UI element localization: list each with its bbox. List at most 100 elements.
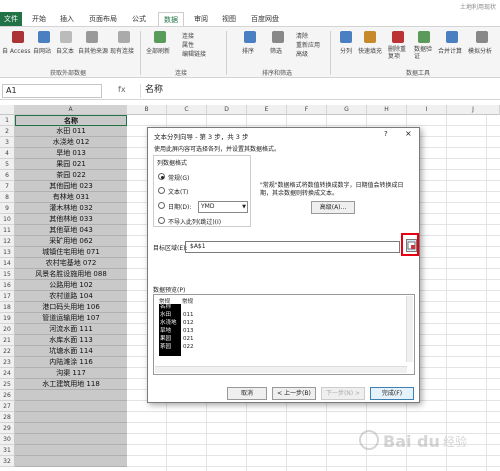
clear-button[interactable]: 清除 bbox=[296, 31, 308, 40]
formula-input[interactable]: 名称 bbox=[140, 84, 498, 98]
row-header[interactable]: 16 bbox=[0, 280, 15, 291]
cell-a[interactable]: 坑塘水面 114 bbox=[15, 346, 127, 357]
consolidate-button[interactable]: 合并计算 bbox=[438, 46, 462, 55]
row-header[interactable]: 19 bbox=[0, 313, 15, 324]
row-header[interactable]: 22 bbox=[0, 346, 15, 357]
text-to-columns-button[interactable]: 分列 bbox=[340, 46, 352, 55]
back-button[interactable]: < 上一步(B) bbox=[272, 387, 316, 400]
filter-button[interactable]: 筛选 bbox=[270, 46, 282, 55]
row-header[interactable]: 3 bbox=[0, 137, 15, 148]
tab-baidu-netdisk[interactable]: 百度网盘 bbox=[246, 12, 284, 26]
column-header-h[interactable]: H bbox=[367, 105, 407, 115]
column-header-d[interactable]: D bbox=[207, 105, 247, 115]
cell-a[interactable]: 城镇住宅用地 071 bbox=[15, 247, 127, 258]
row-header[interactable]: 18 bbox=[0, 302, 15, 313]
help-button[interactable]: ? bbox=[384, 130, 388, 138]
advanced-filter-button[interactable]: 高级 bbox=[296, 49, 308, 58]
row-header[interactable]: 12 bbox=[0, 236, 15, 247]
cell-a[interactable]: 采矿用地 062 bbox=[15, 236, 127, 247]
cell-a[interactable] bbox=[15, 445, 127, 456]
preview-vertical-scrollbar[interactable] bbox=[406, 296, 413, 362]
cell-a[interactable]: 水库水面 113 bbox=[15, 335, 127, 346]
sort-button[interactable]: 排序 bbox=[242, 46, 254, 55]
insert-function-icon[interactable]: fx bbox=[118, 85, 126, 94]
row-header[interactable]: 1 bbox=[0, 115, 15, 126]
cell-a[interactable]: 农村宅基地 072 bbox=[15, 258, 127, 269]
row-header[interactable]: 32 bbox=[0, 456, 15, 467]
row-header[interactable]: 21 bbox=[0, 335, 15, 346]
cell-a[interactable]: 灌木林地 032 bbox=[15, 203, 127, 214]
column-header-e[interactable]: E bbox=[247, 105, 287, 115]
tab-formulas[interactable]: 公式 bbox=[128, 12, 150, 26]
column-header-c[interactable]: C bbox=[167, 105, 207, 115]
radio-general-label[interactable]: 常规(G) bbox=[168, 173, 189, 182]
row-header[interactable]: 8 bbox=[0, 192, 15, 203]
row-header[interactable]: 13 bbox=[0, 247, 15, 258]
radio-text[interactable] bbox=[158, 187, 165, 194]
from-web-button[interactable]: 自网站 bbox=[33, 46, 51, 55]
column-header-f[interactable]: F bbox=[287, 105, 327, 115]
reapply-button[interactable]: 重新应用 bbox=[296, 40, 320, 49]
radio-skip[interactable] bbox=[158, 217, 165, 224]
date-format-select[interactable]: YMD ▼ bbox=[198, 201, 248, 213]
cell-a[interactable] bbox=[15, 401, 127, 412]
row-header[interactable]: 7 bbox=[0, 181, 15, 192]
cell-a[interactable]: 旱地 013 bbox=[15, 148, 127, 159]
what-if-analysis-button[interactable]: 模拟分析 bbox=[468, 46, 492, 55]
finish-button[interactable]: 完成(F) bbox=[370, 387, 414, 400]
radio-skip-label[interactable]: 不导入此列(跳过)(I) bbox=[168, 217, 221, 226]
cell-a[interactable]: 水工建筑用地 118 bbox=[15, 379, 127, 390]
row-header[interactable]: 14 bbox=[0, 258, 15, 269]
row-header[interactable]: 31 bbox=[0, 445, 15, 456]
cell-a[interactable]: 果园 021 bbox=[15, 159, 127, 170]
from-access-button[interactable]: 自 Access bbox=[2, 46, 30, 55]
tab-page-layout[interactable]: 页面布局 bbox=[84, 12, 122, 26]
flash-fill-button[interactable]: 快速填充 bbox=[358, 46, 382, 55]
cell-a[interactable] bbox=[15, 423, 127, 434]
existing-connections-button[interactable]: 现有连接 bbox=[110, 46, 134, 55]
radio-date-label[interactable]: 日期(D): bbox=[168, 202, 191, 211]
header-cell[interactable]: 名称 bbox=[15, 115, 127, 126]
remove-duplicates-button[interactable]: 删除重复项 bbox=[388, 46, 408, 60]
cell-a[interactable]: 沟渠 117 bbox=[15, 368, 127, 379]
cell-a[interactable] bbox=[15, 412, 127, 423]
advanced-button[interactable]: 高级(A)... bbox=[311, 201, 355, 214]
data-preview[interactable]: 常规 常规 名称 水田 011 水浇地 012 旱地 013 果园 021 茶园 022 bbox=[153, 294, 415, 375]
cell-a[interactable]: 有林地 031 bbox=[15, 192, 127, 203]
row-header[interactable]: 26 bbox=[0, 390, 15, 401]
column-header-b[interactable]: B bbox=[127, 105, 167, 115]
radio-date[interactable] bbox=[158, 202, 165, 209]
cell-a[interactable] bbox=[15, 456, 127, 467]
cell-a[interactable]: 农村道路 104 bbox=[15, 291, 127, 302]
cell-a[interactable]: 水浇地 012 bbox=[15, 137, 127, 148]
row-header[interactable]: 5 bbox=[0, 159, 15, 170]
row-header[interactable]: 30 bbox=[0, 434, 15, 445]
row-header[interactable]: 29 bbox=[0, 423, 15, 434]
row-header[interactable]: 17 bbox=[0, 291, 15, 302]
row-header[interactable]: 27 bbox=[0, 401, 15, 412]
cell-a[interactable] bbox=[15, 434, 127, 445]
edit-links-button[interactable]: 编辑链接 bbox=[182, 49, 206, 58]
cell-a[interactable]: 管道运输用地 107 bbox=[15, 313, 127, 324]
from-text-button[interactable]: 自文本 bbox=[56, 46, 74, 55]
data-validation-button[interactable]: 数据验证 bbox=[414, 46, 434, 60]
row-header[interactable]: 9 bbox=[0, 203, 15, 214]
cell-a[interactable]: 港口码头用地 106 bbox=[15, 302, 127, 313]
row-header[interactable]: 20 bbox=[0, 324, 15, 335]
cell-a[interactable]: 其他园地 023 bbox=[15, 181, 127, 192]
row-header[interactable]: 25 bbox=[0, 379, 15, 390]
destination-input[interactable]: $A$1 bbox=[185, 241, 400, 253]
properties-button[interactable]: 属性 bbox=[182, 40, 194, 49]
preview-header-2[interactable]: 常规 bbox=[182, 297, 193, 305]
radio-text-label[interactable]: 文本(T) bbox=[168, 187, 188, 196]
tab-file[interactable]: 文件 bbox=[0, 12, 22, 26]
tab-insert[interactable]: 插入 bbox=[56, 12, 78, 26]
tab-view[interactable]: 视图 bbox=[218, 12, 240, 26]
cell-a[interactable]: 其他林地 033 bbox=[15, 214, 127, 225]
row-header[interactable]: 6 bbox=[0, 170, 15, 181]
row-header[interactable]: 11 bbox=[0, 225, 15, 236]
row-header[interactable]: 2 bbox=[0, 126, 15, 137]
column-header-a[interactable]: A bbox=[15, 105, 127, 115]
cell-a[interactable]: 水田 011 bbox=[15, 126, 127, 137]
cell-a[interactable]: 其他草地 043 bbox=[15, 225, 127, 236]
